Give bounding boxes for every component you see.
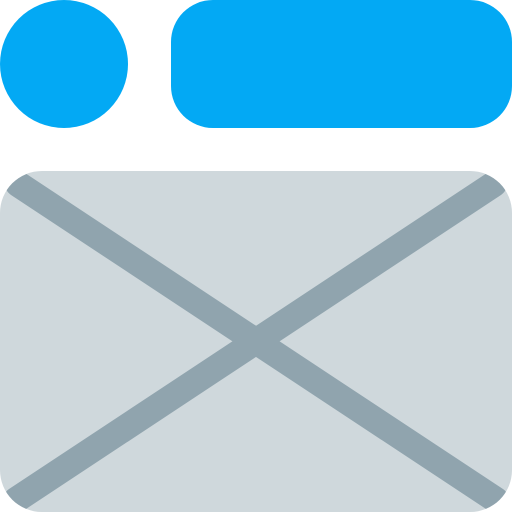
image-placeholder (0, 171, 512, 512)
wireframe-layout-icon (0, 0, 512, 512)
avatar-placeholder (0, 0, 128, 128)
title-bar-placeholder (171, 0, 512, 128)
wireframe-layout-svg (0, 0, 512, 512)
